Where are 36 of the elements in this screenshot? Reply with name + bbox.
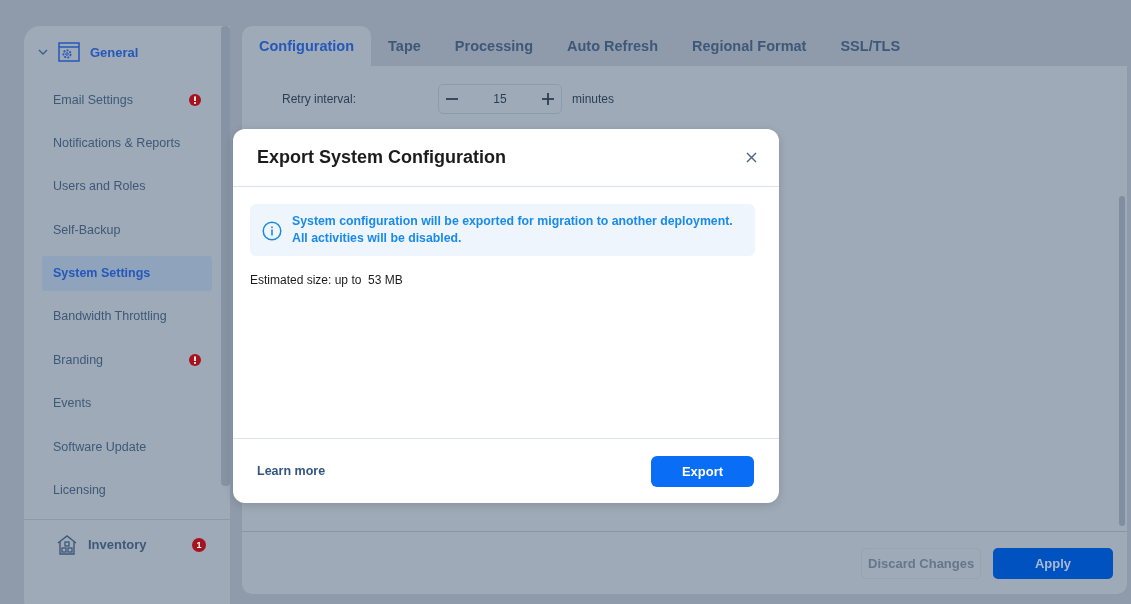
plus-icon[interactable] <box>541 92 555 106</box>
sidebar-item[interactable]: Users and Roles <box>42 168 212 204</box>
close-icon[interactable] <box>746 152 757 163</box>
info-icon <box>262 221 282 241</box>
sidebar-item[interactable]: Email Settings <box>42 82 212 117</box>
sidebar-item[interactable]: System Settings <box>42 255 212 291</box>
sidebar-item[interactable]: Self-Backup <box>42 212 212 248</box>
building-icon <box>56 533 78 556</box>
tab[interactable]: Processing <box>437 26 550 66</box>
sidebar-item[interactable]: Licensing <box>42 472 212 508</box>
chevron-down-icon[interactable] <box>38 49 48 55</box>
info-text: System configuration will be exported for migration to another deployment. All activities will be disabled. <box>292 213 734 247</box>
sidebar-item[interactable]: Bandwidth Throttling <box>42 298 212 334</box>
sidebar-item[interactable]: Software Update <box>42 429 212 465</box>
sidebar-item[interactable]: Events <box>42 385 212 421</box>
tab[interactable]: Configuration <box>242 26 372 66</box>
apply-button[interactable]: Apply <box>993 547 1113 579</box>
sidebar-item[interactable]: Notifications & Reports <box>42 125 212 161</box>
tab[interactable]: Tape <box>371 26 438 66</box>
field-label: Retry interval: <box>282 92 358 106</box>
gear-window-icon <box>58 42 80 62</box>
sidebar-section[interactable]: Inventory 1 <box>24 518 230 570</box>
tab[interactable]: Auto Refresh <box>550 26 676 66</box>
count-badge: 1 <box>192 537 206 552</box>
number-stepper[interactable]: 15 <box>438 84 562 114</box>
dialog-title: Export System Configuration <box>257 147 507 168</box>
export-button[interactable]: Export <box>651 455 754 487</box>
estimated-size-text: Estimated size: up to 53 MB <box>250 273 404 287</box>
learn-more-link[interactable]: Learn more <box>257 464 326 478</box>
scrollbar[interactable] <box>1119 196 1125 526</box>
section-title[interactable]: General <box>90 44 139 60</box>
tab[interactable]: Regional Format <box>675 26 824 66</box>
scrollbar[interactable] <box>221 26 230 486</box>
unit-label: minutes <box>572 92 615 106</box>
sidebar-item[interactable]: Branding <box>42 342 212 378</box>
tab[interactable]: SSL/TLS <box>823 26 918 66</box>
